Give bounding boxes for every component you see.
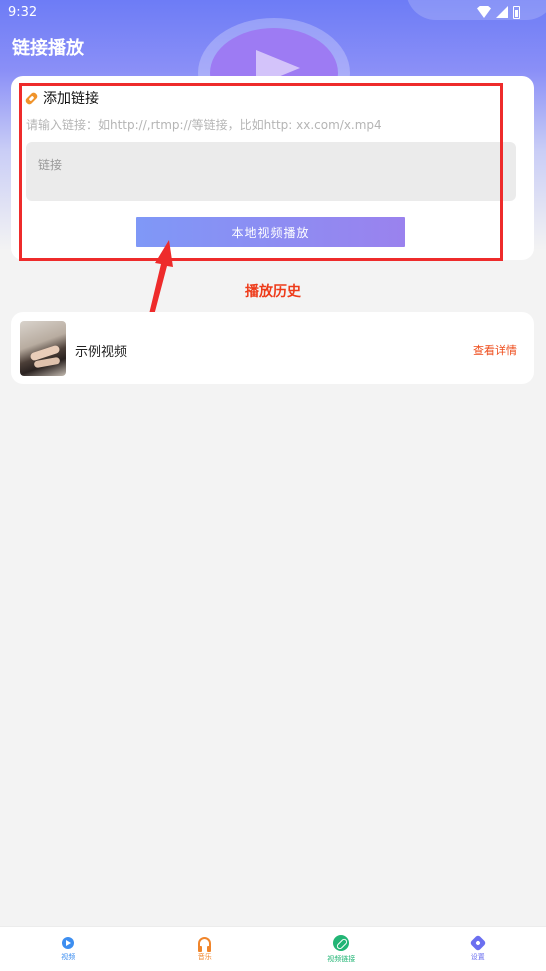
page-title: 链接播放 [12, 38, 84, 59]
nav-item-video-link[interactable]: 视频链接 [273, 934, 409, 964]
signal-icon [496, 6, 508, 18]
nav-label-video: 视频 [61, 952, 76, 961]
link-icon [333, 934, 350, 951]
nav-label-settings: 设置 [470, 952, 485, 961]
nav-item-music[interactable]: 音乐 [137, 936, 273, 962]
status-icons [477, 5, 520, 19]
nav-item-video[interactable]: 视频 [0, 936, 136, 962]
add-link-title: 添加链接 [43, 91, 99, 107]
battery-icon [513, 5, 520, 19]
link-input[interactable] [26, 142, 516, 201]
video-thumbnail [20, 321, 66, 376]
bottom-nav: 视频 音乐 视频链接 设置 [0, 926, 546, 971]
local-video-play-button[interactable]: 本地视频播放 [136, 217, 405, 247]
nav-label-video-link: 视频链接 [327, 954, 356, 963]
nav-label-music: 音乐 [197, 952, 212, 961]
view-details-link[interactable]: 查看详情 [473, 342, 517, 358]
status-bar: 9:32 [0, 0, 546, 24]
headphones-icon [198, 936, 212, 952]
link-icon [24, 91, 39, 106]
history-item-name: 示例视频 [75, 345, 128, 360]
settings-icon [469, 934, 487, 951]
link-hint-text: 请输入链接：如http://,rtmp://等链接，比如http: xx.com… [26, 118, 382, 132]
wifi-icon [477, 6, 491, 18]
history-item[interactable]: 示例视频 查看详情 [11, 312, 534, 384]
video-icon [62, 936, 75, 949]
nav-item-settings[interactable]: 设置 [410, 934, 546, 962]
add-link-header: 添加链接 [24, 88, 99, 108]
status-time: 9:32 [8, 4, 38, 20]
history-title: 播放历史 [245, 284, 301, 300]
